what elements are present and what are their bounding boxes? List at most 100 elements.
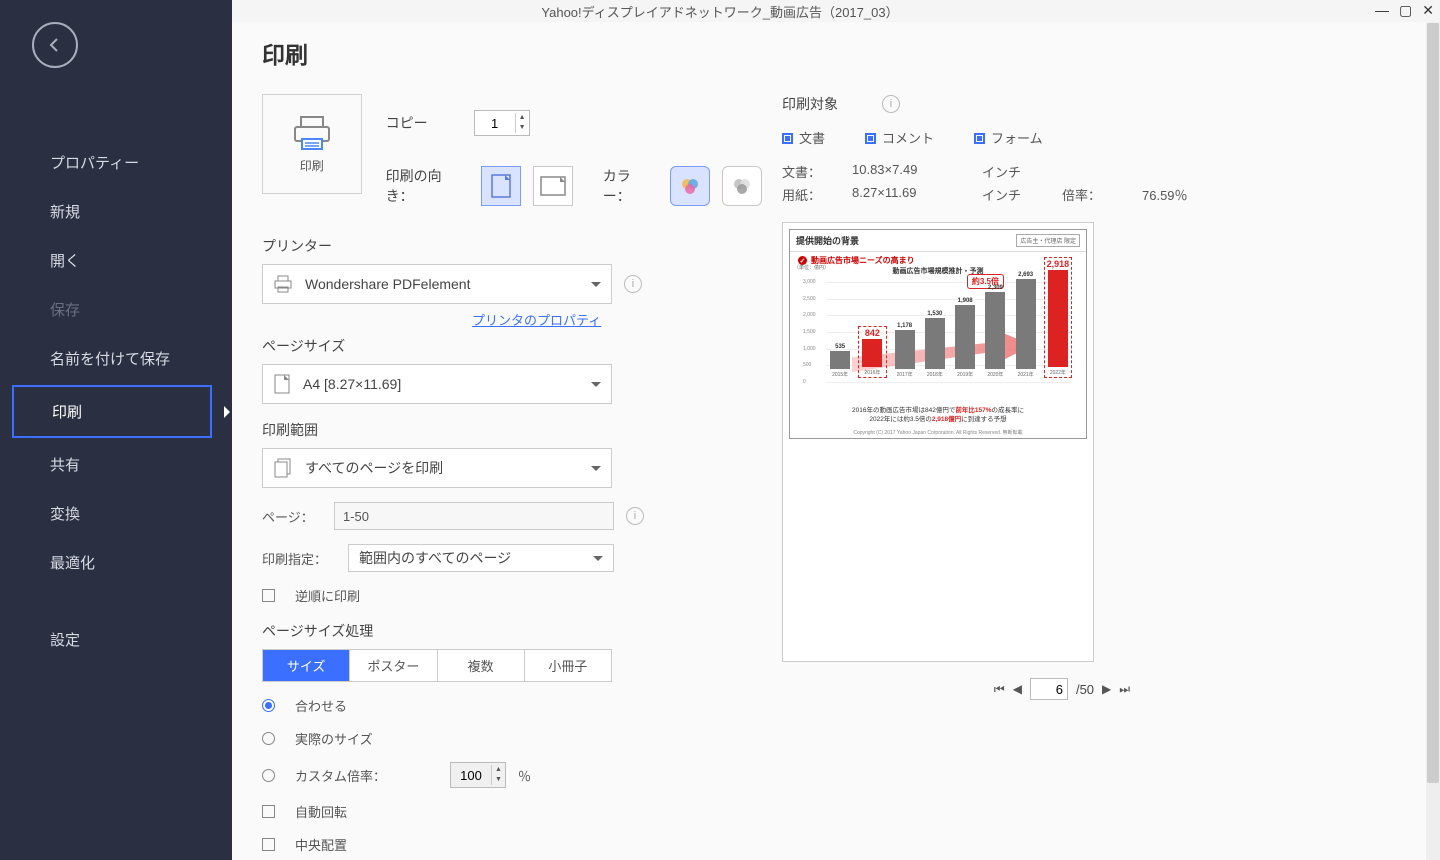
range-section-label: 印刷範囲 bbox=[262, 420, 762, 440]
color-icon bbox=[678, 176, 702, 196]
pagesize-select[interactable]: A4 [8.27×11.69] bbox=[262, 364, 612, 404]
nav-settings[interactable]: 設定 bbox=[0, 615, 232, 664]
bars-container: 5352015年8422016年1,1782017年1,5302018年1,90… bbox=[828, 278, 1072, 378]
nav-open[interactable]: 開く bbox=[0, 236, 232, 285]
help-icon[interactable]: i bbox=[624, 275, 642, 293]
orientation-landscape[interactable] bbox=[533, 166, 573, 206]
printer-section-label: プリンター bbox=[262, 236, 762, 256]
target-doc-check[interactable]: 文書 bbox=[782, 128, 825, 148]
back-button[interactable] bbox=[32, 22, 78, 68]
landscape-icon bbox=[540, 176, 566, 196]
size-info: 文書：10.83×7.49インチ 用紙：8.27×11.69インチ倍率：76.5… bbox=[782, 162, 1342, 204]
nav-list: プロパティー 新規 開く 保存 名前を付けて保存 印刷 共有 変換 最適化 設定 bbox=[0, 138, 232, 664]
reverse-checkbox[interactable] bbox=[262, 589, 275, 602]
subset-label: 印刷指定： bbox=[262, 549, 336, 568]
pagesize-value: A4 [8.27×11.69] bbox=[303, 376, 401, 392]
maximize-button[interactable]: ▢ bbox=[1399, 2, 1412, 19]
pager-prev[interactable]: ◀ bbox=[1013, 682, 1022, 696]
handling-section-label: ページサイズ処理 bbox=[262, 621, 762, 641]
radio-fit[interactable] bbox=[262, 699, 275, 712]
target-label: 印刷対象 bbox=[782, 94, 838, 114]
range-select[interactable]: すべてのページを印刷 bbox=[262, 448, 612, 488]
gray-icon bbox=[730, 176, 754, 196]
custom-scale-input[interactable]: ▲▼ bbox=[450, 762, 506, 788]
preview-slide: 提供開始の背景 広告主・代理店 限定 ✓ 動画広告市場ニーズの高まり 動画広告市… bbox=[789, 229, 1087, 439]
color-label: カラー： bbox=[603, 166, 659, 206]
nav-share[interactable]: 共有 bbox=[0, 440, 232, 489]
color-gray[interactable] bbox=[722, 166, 762, 206]
pager-last[interactable]: ⏭ bbox=[1119, 682, 1130, 697]
nav-save-as[interactable]: 名前を付けて保存 bbox=[0, 334, 232, 383]
radio-actual-label: 実際のサイズ bbox=[295, 729, 373, 748]
tab-poster[interactable]: ポスター bbox=[350, 650, 437, 681]
yaxis-label: （単位：億円） bbox=[794, 264, 829, 271]
pager-first[interactable]: ⏮ bbox=[994, 682, 1005, 697]
pager-total: /50 bbox=[1076, 682, 1094, 697]
pager-next[interactable]: ▶ bbox=[1102, 682, 1111, 696]
target-form-check[interactable]: フォーム bbox=[974, 128, 1043, 148]
pager: ⏮ ◀ /50 ▶ ⏭ bbox=[782, 678, 1342, 700]
page-range-label: ページ： bbox=[262, 507, 322, 526]
copies-value[interactable] bbox=[475, 116, 515, 131]
portrait-icon bbox=[491, 174, 511, 198]
pagesize-section-label: ページサイズ bbox=[262, 336, 762, 356]
page-range-input[interactable] bbox=[334, 502, 614, 530]
chevron-left-icon bbox=[47, 37, 63, 53]
orientation-label: 印刷の向き： bbox=[386, 166, 470, 206]
printer-small-icon bbox=[273, 275, 293, 293]
scale-down[interactable]: ▼ bbox=[492, 775, 505, 785]
slide-badge: 広告主・代理店 限定 bbox=[1016, 234, 1080, 247]
nav-new[interactable]: 新規 bbox=[0, 187, 232, 236]
copies-up[interactable]: ▲ bbox=[516, 113, 529, 123]
preview-box: 提供開始の背景 広告主・代理店 限定 ✓ 動画広告市場ニーズの高まり 動画広告市… bbox=[782, 222, 1094, 662]
copies-down[interactable]: ▼ bbox=[516, 123, 529, 133]
window-title: Yahoo!ディスプレイアドネットワーク_動画広告（2017_03） bbox=[541, 2, 898, 21]
handling-tabs: サイズ ポスター 複数 小冊子 bbox=[262, 649, 612, 682]
help-icon-3[interactable]: i bbox=[882, 95, 900, 113]
printer-tile[interactable]: 印刷 bbox=[262, 94, 362, 194]
center-checkbox[interactable] bbox=[262, 838, 275, 851]
help-icon-2[interactable]: i bbox=[626, 507, 644, 525]
printer-value: Wondershare PDFelement bbox=[305, 276, 470, 292]
nav-convert[interactable]: 変換 bbox=[0, 489, 232, 538]
printer-icon bbox=[291, 115, 333, 151]
nav-print[interactable]: 印刷 bbox=[12, 385, 212, 438]
slide-footer: 2016年の動画広告市場は842億円で前年比157%の成長率に 2022年には約… bbox=[800, 407, 1076, 424]
chart: 動画広告市場規模推計・予測 （単位：億円） 05001,0001,5002,00… bbox=[800, 270, 1076, 390]
pager-current[interactable] bbox=[1030, 678, 1068, 700]
tab-multiple[interactable]: 複数 bbox=[438, 650, 525, 681]
copies-input[interactable]: ▲▼ bbox=[474, 110, 530, 136]
custom-scale-value[interactable] bbox=[451, 768, 491, 783]
main-panel: 印刷 印刷 コピー bbox=[232, 22, 1440, 860]
nav-save: 保存 bbox=[0, 285, 232, 334]
range-value: すべてのページを印刷 bbox=[305, 458, 443, 478]
percent-label: ％ bbox=[518, 766, 531, 785]
nav-optimize[interactable]: 最適化 bbox=[0, 538, 232, 587]
window-controls: — ▢ ✕ bbox=[1375, 2, 1434, 19]
tab-booklet[interactable]: 小冊子 bbox=[525, 650, 611, 681]
scale-up[interactable]: ▲ bbox=[492, 765, 505, 775]
copies-label: コピー bbox=[386, 113, 428, 133]
center-label: 中央配置 bbox=[295, 835, 347, 854]
page-title: 印刷 bbox=[262, 36, 1416, 70]
target-comment-check[interactable]: コメント bbox=[865, 128, 934, 148]
printer-select[interactable]: Wondershare PDFelement bbox=[262, 264, 612, 304]
autorotate-checkbox[interactable] bbox=[262, 805, 275, 818]
printer-properties-link[interactable]: プリンタのプロパティ bbox=[472, 313, 601, 328]
scrollbar[interactable] bbox=[1426, 22, 1440, 860]
subset-value: 範囲内のすべてのページ bbox=[359, 548, 511, 568]
tab-size[interactable]: サイズ bbox=[263, 650, 350, 681]
nav-properties[interactable]: プロパティー bbox=[0, 138, 232, 187]
radio-custom[interactable] bbox=[262, 769, 275, 782]
autorotate-label: 自動回転 bbox=[295, 802, 347, 821]
orientation-portrait[interactable] bbox=[481, 166, 521, 206]
subset-select[interactable]: 範囲内のすべてのページ bbox=[348, 544, 614, 572]
reverse-label: 逆順に印刷 bbox=[295, 586, 360, 605]
slide-copyright: Copyright (C) 2017 Yahoo Japan Corporati… bbox=[790, 429, 1086, 436]
printer-tile-label: 印刷 bbox=[300, 157, 324, 174]
radio-custom-label: カスタム倍率： bbox=[295, 766, 386, 785]
minimize-button[interactable]: — bbox=[1375, 2, 1389, 19]
color-color[interactable] bbox=[670, 166, 710, 206]
close-button[interactable]: ✕ bbox=[1422, 2, 1434, 19]
radio-actual[interactable] bbox=[262, 732, 275, 745]
